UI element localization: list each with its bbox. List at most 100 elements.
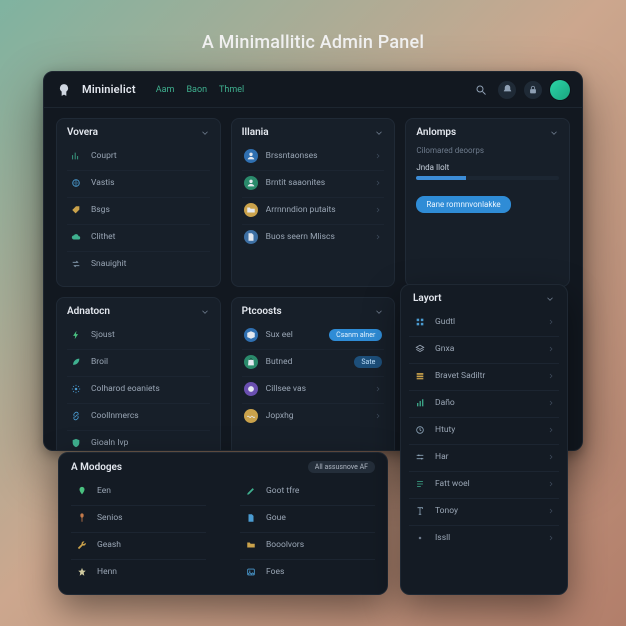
layers-icon [413,342,427,356]
list-item-label: Sux eel [266,330,321,340]
search-icon[interactable] [472,81,490,99]
card-vovera: Vovera CouprtVastisBsgsClithetSnauighit [56,118,221,287]
card-title: Anlomps [416,127,456,138]
list-item-label: Goue [266,513,371,523]
list-item-label: Senios [97,513,202,523]
list-item-label: Gnxa [435,344,539,354]
list-item[interactable]: Har [409,444,559,469]
image-icon [244,565,258,579]
filter-badge[interactable]: All assusnove AF [308,461,375,473]
chevron-right-icon [374,179,382,187]
card-title: Layort [413,293,441,304]
progress-label: Jnda Ilolt [416,163,559,172]
grid-icon [413,315,427,329]
star-icon [75,565,89,579]
list-item-label: Een [97,486,202,496]
list-item[interactable]: Bravet Sadiltr [409,363,559,388]
chevron-right-icon [547,318,555,326]
list-item-label: Colharod eoaniets [91,384,208,394]
list-item[interactable]: Cillsee vas [242,376,385,401]
chevron-right-icon [547,372,555,380]
card-illania: Illania BrssntaonsesBrntit saaonitesArrn… [231,118,396,287]
list-item[interactable]: Clithet [67,224,210,249]
list-item[interactable]: Htuty [409,417,559,442]
list-item[interactable]: Tonoy [409,498,559,523]
list-item[interactable]: Brssntaonses [242,144,385,168]
list-item[interactable]: Snauighit [67,251,210,276]
chart-icon [69,149,83,163]
list-item[interactable]: Issll [409,525,559,550]
list-item-label: Booolvors [266,540,371,550]
top-nav: Aam Baon Thmel [156,85,244,95]
list-item-label: Buos seern Mliscs [266,232,367,242]
chevron-right-icon [547,453,555,461]
page-title: A Minimallitic Admin Panel [202,32,424,53]
nav-link-0[interactable]: Aam [156,85,175,95]
chevron-down-icon[interactable] [545,294,555,304]
list-item[interactable]: Senios [71,505,206,530]
list-item[interactable]: Broil [67,349,210,374]
list-item-label: Snauighit [91,259,208,269]
box-icon [244,328,258,342]
list-item-label: Cillsee vas [266,384,367,394]
list-item[interactable]: Fatt woel [409,471,559,496]
list-item[interactable]: Henn [71,559,206,584]
list-item[interactable]: Gioaln Ivp [67,430,210,450]
text-icon [413,477,427,491]
list-item[interactable]: Arrnnndion putaits [242,197,385,222]
lock-icon[interactable] [524,81,542,99]
list-item-label: Foes [266,567,371,577]
list-item[interactable]: Een [71,479,206,503]
list-item[interactable]: Bsgs [67,197,210,222]
cloud-icon [69,230,83,244]
user-icon [244,176,258,190]
pen-icon [244,484,258,498]
folder-icon [244,203,258,217]
list-item-label: Butned [266,357,347,367]
list-item[interactable]: Coollnmercs [67,403,210,428]
nav-link-2[interactable]: Thmel [219,85,244,95]
status-badge: Sate [354,356,382,368]
list-item[interactable]: Brntit saaonites [242,170,385,195]
list-item[interactable]: Booolvors [240,532,375,557]
chevron-right-icon [547,534,555,542]
spoon-icon [75,511,89,525]
list-item-label: Arrnnndion putaits [266,205,367,215]
chevron-right-icon [547,480,555,488]
list-item[interactable]: Foes [240,559,375,584]
chevron-down-icon[interactable] [549,128,559,138]
list-item-label: Bsgs [91,205,208,215]
list-item[interactable]: Goot tfre [240,479,375,503]
gear-icon [69,382,83,396]
list-item[interactable]: Gnxa [409,336,559,361]
type-icon [413,504,427,518]
list-item[interactable]: Couprt [67,144,210,168]
list-item[interactable]: Goue [240,505,375,530]
primary-button[interactable]: Rane romnnvonlakke [416,196,510,213]
list-item[interactable]: Colharod eoaniets [67,376,210,401]
nav-link-1[interactable]: Baon [186,85,207,95]
list-item[interactable]: Sux eelCsanm alner [242,323,385,347]
list-item[interactable]: Jopxhg [242,403,385,428]
avatar[interactable] [550,80,570,100]
chevron-down-icon[interactable] [374,307,384,317]
list-item[interactable]: Gudtl [409,310,559,334]
circle-icon [244,382,258,396]
chevron-right-icon [547,507,555,515]
list-item-label: Coollnmercs [91,411,208,421]
list-item[interactable]: Vastis [67,170,210,195]
chevron-right-icon [547,426,555,434]
list-item-label: Jopxhg [266,411,367,421]
list-item-label: Henn [97,567,202,577]
list-item[interactable]: Buos seern Mliscs [242,224,385,249]
bell-icon[interactable] [498,81,516,99]
link-icon [69,409,83,423]
chevron-down-icon[interactable] [374,128,384,138]
chevron-down-icon[interactable] [200,128,210,138]
list-item[interactable]: Sjoust [67,323,210,347]
list-item[interactable]: Geash [71,532,206,557]
list-item[interactable]: Butned Sate [242,349,385,374]
list-item-label: Bravet Sadiltr [435,371,539,381]
chevron-down-icon[interactable] [200,307,210,317]
list-item[interactable]: Daño [409,390,559,415]
